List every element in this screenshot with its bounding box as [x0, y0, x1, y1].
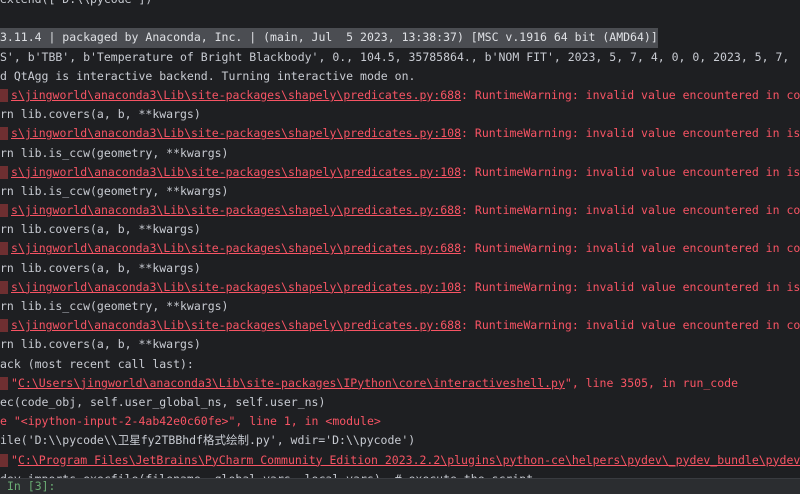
console-line: rn lib.covers(a, b, **kwargs): [0, 105, 800, 124]
console-line: rn lib.covers(a, b, **kwargs): [0, 259, 800, 278]
console-text: : RuntimeWarning: invalid value encounte…: [461, 280, 800, 294]
console-line: s\jingworld\anaconda3\Lib\site-packages\…: [0, 278, 800, 297]
console-text: rn lib.is_ccw(geometry, **kwargs): [0, 299, 228, 313]
console-line: rn lib.is_ccw(geometry, **kwargs): [0, 144, 800, 163]
file-link[interactable]: s\jingworld\anaconda3\Lib\site-packages\…: [11, 280, 461, 294]
file-link[interactable]: s\jingworld\anaconda3\Lib\site-packages\…: [11, 203, 461, 217]
console-text: S', b'TBB', b'Temperature of Bright Blac…: [0, 50, 789, 64]
console-line: rn lib.is_ccw(geometry, **kwargs): [0, 297, 800, 316]
console-line: ack (most recent call last):: [0, 355, 800, 374]
console-line: extend(['D:\\pycode']): [0, 0, 800, 9]
clipped-text-fragment: [0, 281, 8, 294]
clipped-text-fragment: [0, 319, 8, 332]
console-text: : RuntimeWarning: invalid value encounte…: [461, 126, 800, 140]
clipped-text-fragment: [0, 454, 8, 467]
console-text: ack (most recent call last):: [0, 357, 194, 371]
console-line: d QtAgg is interactive backend. Turning …: [0, 67, 800, 86]
file-link[interactable]: s\jingworld\anaconda3\Lib\site-packages\…: [11, 165, 461, 179]
console-text: : RuntimeWarning: invalid value encounte…: [461, 203, 800, 217]
console-line: rn lib.covers(a, b, **kwargs): [0, 220, 800, 239]
console-line: rn lib.covers(a, b, **kwargs): [0, 335, 800, 354]
file-link[interactable]: s\jingworld\anaconda3\Lib\site-packages\…: [11, 241, 461, 255]
console-line: "C:\Users\jingworld\anaconda3\Lib\site-p…: [0, 374, 800, 393]
console-text: : RuntimeWarning: invalid value encounte…: [461, 88, 800, 102]
clipped-text-fragment: [0, 204, 8, 217]
file-link[interactable]: C:\Users\jingworld\anaconda3\Lib\site-pa…: [18, 376, 565, 390]
selected-console-text: 3.11.4 | packaged by Anaconda, Inc. | (m…: [0, 28, 658, 47]
console-pane: extend(['D:\\pycode']) 3.11.4 | packaged …: [0, 0, 800, 494]
console-text: ": [11, 376, 18, 390]
console-line: s\jingworld\anaconda3\Lib\site-packages\…: [0, 86, 800, 105]
file-link[interactable]: s\jingworld\anaconda3\Lib\site-packages\…: [11, 88, 461, 102]
clipped-text-fragment: [0, 89, 8, 102]
ipython-prompt[interactable]: In [3]:: [7, 479, 55, 494]
console-line: s\jingworld\anaconda3\Lib\site-packages\…: [0, 124, 800, 143]
console-text: rn lib.is_ccw(geometry, **kwargs): [0, 146, 228, 160]
console-text: d QtAgg is interactive backend. Turning …: [0, 69, 415, 83]
console-text: : RuntimeWarning: invalid value encounte…: [461, 165, 800, 179]
clipped-text-fragment: [0, 377, 8, 390]
file-link[interactable]: s\jingworld\anaconda3\Lib\site-packages\…: [11, 318, 461, 332]
file-link[interactable]: s\jingworld\anaconda3\Lib\site-packages\…: [11, 126, 461, 140]
clipped-text-fragment: [0, 166, 8, 179]
file-link[interactable]: C:\Program Files\JetBrains\PyCharm Commu…: [18, 453, 800, 467]
console-line: s\jingworld\anaconda3\Lib\site-packages\…: [0, 163, 800, 182]
console-text: ", line 3505, in run_code: [565, 376, 738, 390]
console-line: s\jingworld\anaconda3\Lib\site-packages\…: [0, 316, 800, 335]
console-text: : RuntimeWarning: invalid value encounte…: [461, 318, 800, 332]
console-output: extend(['D:\\pycode']) 3.11.4 | packaged …: [0, 0, 800, 489]
console-text: ile('D:\\pycode\\卫星fy2TBBhdf格式绘制.py', wd…: [0, 433, 415, 447]
console-line: s\jingworld\anaconda3\Lib\site-packages\…: [0, 239, 800, 258]
console-line: "C:\Program Files\JetBrains\PyCharm Comm…: [0, 451, 800, 470]
prompt-bar: In [3]:: [0, 478, 800, 494]
console-text: rn lib.covers(a, b, **kwargs): [0, 337, 201, 351]
console-text: e "<ipython-input-2-4ab42e0c60fe>", line…: [0, 414, 381, 428]
console-text: extend(['D:\\pycode']): [0, 0, 152, 6]
console-line: [0, 9, 800, 28]
console-line: 3.11.4 | packaged by Anaconda, Inc. | (m…: [0, 28, 800, 47]
clipped-text-fragment: [0, 127, 8, 140]
console-text: rn lib.covers(a, b, **kwargs): [0, 222, 201, 236]
console-line: rn lib.is_ccw(geometry, **kwargs): [0, 182, 800, 201]
console-text: ec(code_obj, self.user_global_ns, self.u…: [0, 395, 325, 409]
console-line: ile('D:\\pycode\\卫星fy2TBBhdf格式绘制.py', wd…: [0, 431, 800, 450]
console-line: s\jingworld\anaconda3\Lib\site-packages\…: [0, 201, 800, 220]
console-line: ec(code_obj, self.user_global_ns, self.u…: [0, 393, 800, 412]
console-text: ": [11, 453, 18, 467]
console-text: rn lib.covers(a, b, **kwargs): [0, 261, 201, 275]
console-line: e "<ipython-input-2-4ab42e0c60fe>", line…: [0, 412, 800, 431]
console-text: : RuntimeWarning: invalid value encounte…: [461, 241, 800, 255]
console-text: rn lib.is_ccw(geometry, **kwargs): [0, 184, 228, 198]
console-line: S', b'TBB', b'Temperature of Bright Blac…: [0, 48, 800, 67]
clipped-text-fragment: [0, 242, 8, 255]
console-text: rn lib.covers(a, b, **kwargs): [0, 107, 201, 121]
